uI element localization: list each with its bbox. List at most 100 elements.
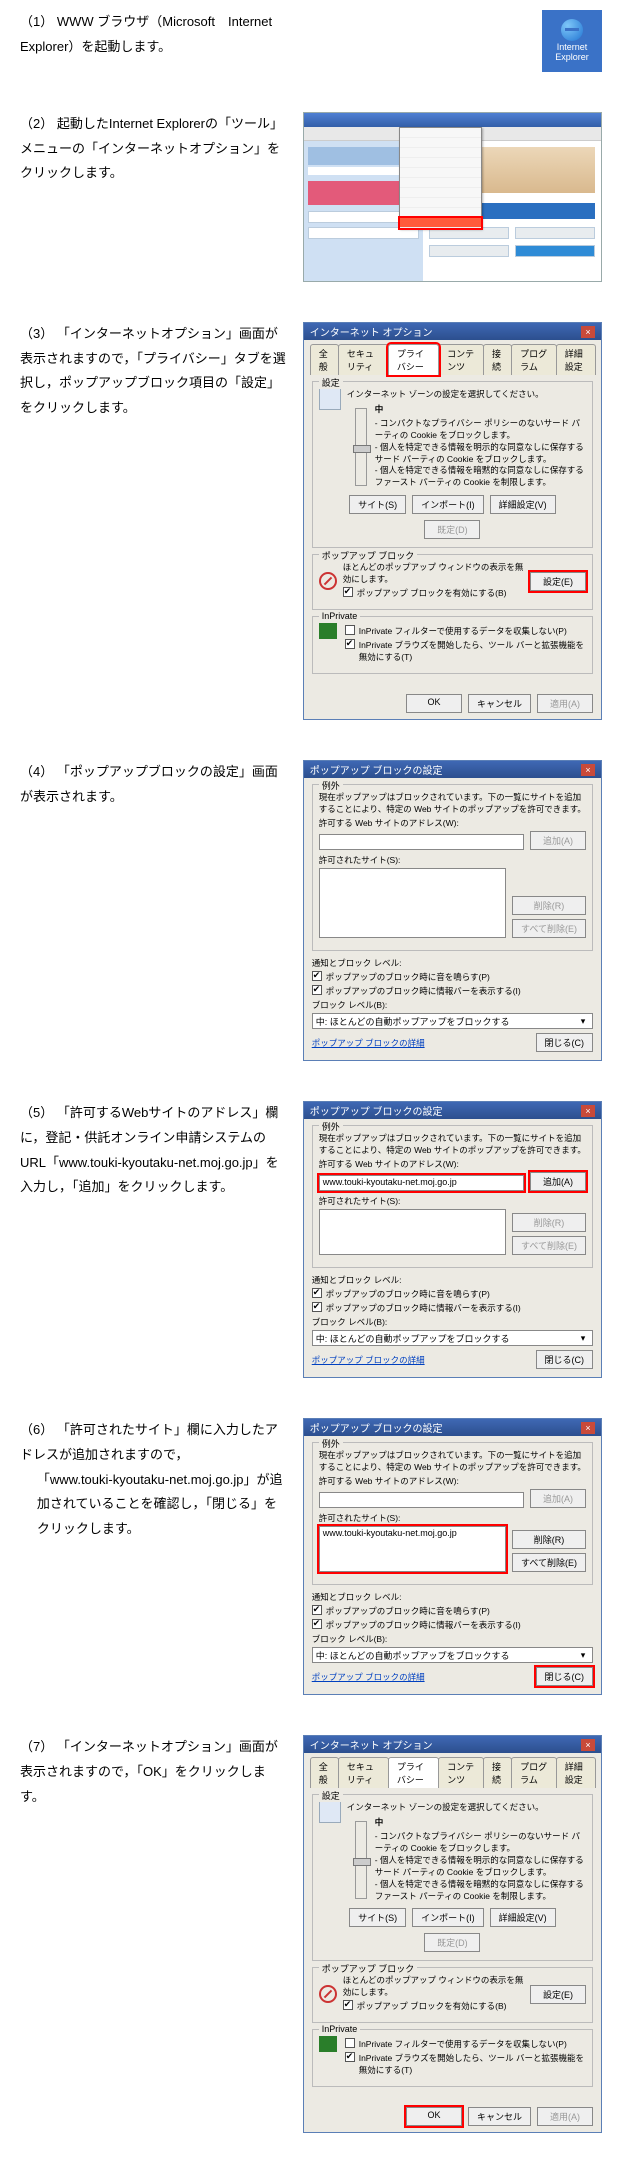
tab-content[interactable]: コンテンツ xyxy=(438,1757,484,1788)
privacy-slider[interactable] xyxy=(355,1821,367,1899)
cancel-button[interactable]: キャンセル xyxy=(468,2107,531,2126)
tab-privacy[interactable]: プライバシー xyxy=(388,344,439,375)
add-button: 追加(A) xyxy=(530,1489,586,1508)
inprivate-filter-checkbox[interactable] xyxy=(345,2038,355,2048)
ok-button[interactable]: OK xyxy=(406,694,462,713)
tab-advanced[interactable]: 詳細設定 xyxy=(556,344,596,375)
inprivate-toolbar-checkbox[interactable] xyxy=(345,639,355,649)
block-level-combo[interactable]: 中: ほとんどの自動ポップアップをブロックする▾ xyxy=(312,1330,593,1346)
close-icon[interactable]: × xyxy=(581,1422,595,1434)
infobar-checkbox[interactable] xyxy=(312,1619,322,1629)
sites-button[interactable]: サイト(S) xyxy=(349,1908,406,1927)
tab-programs[interactable]: プログラム xyxy=(511,344,557,375)
popup-block-checkbox[interactable] xyxy=(343,587,353,597)
popup-message: ほとんどのポップアップ ウィンドウの表示を無効にします。 xyxy=(343,561,524,585)
step-6-text: （6） 「許可されたサイト」欄に入力したアドレスが追加されますので， 「www.… xyxy=(20,1418,288,1541)
remove-all-button[interactable]: すべて削除(E) xyxy=(512,1553,586,1572)
default-button: 既定(D) xyxy=(424,1933,480,1952)
default-button: 既定(D) xyxy=(424,520,480,539)
tab-general[interactable]: 全般 xyxy=(310,344,339,375)
address-input[interactable] xyxy=(319,834,524,850)
advanced-button[interactable]: 詳細設定(V) xyxy=(490,1908,556,1927)
tab-advanced[interactable]: 詳細設定 xyxy=(556,1757,596,1788)
infobar-checkbox[interactable] xyxy=(312,985,322,995)
inprivate-group: InPrivate InPrivate フィルターで使用するデータを収集しない(… xyxy=(312,616,593,674)
browser-window xyxy=(303,112,602,282)
inprivate-filter-checkbox[interactable] xyxy=(345,625,355,635)
infobar-checkbox[interactable] xyxy=(312,1302,322,1312)
chevron-down-icon: ▾ xyxy=(577,1650,589,1661)
tab-connections[interactable]: 接続 xyxy=(483,1757,512,1788)
remove-button: 削除(R) xyxy=(512,896,586,915)
browser-titlebar xyxy=(304,113,601,127)
tab-privacy[interactable]: プライバシー xyxy=(388,1757,439,1788)
close-icon[interactable]: × xyxy=(581,1105,595,1117)
tools-menu-dropdown[interactable] xyxy=(399,127,482,229)
remove-button[interactable]: 削除(R) xyxy=(512,1530,586,1549)
advanced-button[interactable]: 詳細設定(V) xyxy=(490,495,556,514)
popup-block-checkbox[interactable] xyxy=(343,2000,353,2010)
zone-message: インターネット ゾーンの設定を選択してください。 xyxy=(347,388,586,400)
internet-options-menu-item[interactable] xyxy=(400,218,481,228)
ok-button[interactable]: OK xyxy=(406,2107,462,2126)
dialog-titlebar: インターネット オプション × xyxy=(304,323,601,340)
chevron-down-icon: ▾ xyxy=(577,1016,589,1027)
tab-programs[interactable]: プログラム xyxy=(511,1757,557,1788)
close-button[interactable]: 閉じる(C) xyxy=(536,1350,594,1369)
exceptions-message: 現在ポップアップはブロックされています。下の一覧にサイトを追加することにより、特… xyxy=(319,791,586,815)
add-button: 追加(A) xyxy=(530,831,586,850)
import-button[interactable]: インポート(I) xyxy=(412,495,484,514)
popup-details-link[interactable]: ポップアップ ブロックの詳細 xyxy=(312,1037,425,1049)
sound-checkbox[interactable] xyxy=(312,1605,322,1615)
cancel-button[interactable]: キャンセル xyxy=(468,694,531,713)
tab-general[interactable]: 全般 xyxy=(310,1757,339,1788)
sites-button[interactable]: サイト(S) xyxy=(349,495,406,514)
allowed-label: 許可されたサイト(S): xyxy=(319,854,586,866)
no-popup-icon xyxy=(319,572,337,590)
allowed-sites-list[interactable] xyxy=(319,1209,506,1255)
inprivate-toolbar-checkbox[interactable] xyxy=(345,2052,355,2062)
settings-group: 設定 インターネット ゾーンの設定を選択してください。 中 - コンパクトなプラ… xyxy=(312,381,593,548)
inprivate-icon xyxy=(319,2036,337,2052)
close-button[interactable]: 閉じる(C) xyxy=(536,1033,594,1052)
step-1-text: （1） WWW ブラウザ（Microsoft Internet Explorer… xyxy=(20,10,288,59)
popup-details-link[interactable]: ポップアップ ブロックの詳細 xyxy=(312,1354,425,1366)
block-level-combo[interactable]: 中: ほとんどの自動ポップアップをブロックする▾ xyxy=(312,1647,593,1663)
tab-security[interactable]: セキュリティ xyxy=(338,344,389,375)
popup-block-settings-dialog: ポップアップ ブロックの設定× 例外 現在ポップアップはブロックされています。下… xyxy=(303,1418,602,1695)
block-level-combo[interactable]: 中: ほとんどの自動ポップアップをブロックする▾ xyxy=(312,1013,593,1029)
step-5-text: （5） 「許可するWebサイトのアドレス」欄に，登記・供託オンライン申請システム… xyxy=(20,1101,288,1200)
address-label: 許可する Web サイトのアドレス(W): xyxy=(319,817,586,829)
allowed-sites-list[interactable]: www.touki-kyoutaku-net.moj.go.jp xyxy=(319,1526,506,1572)
popup-details-link[interactable]: ポップアップ ブロックの詳細 xyxy=(312,1671,425,1683)
privacy-slider[interactable] xyxy=(355,408,367,486)
import-button[interactable]: インポート(I) xyxy=(412,1908,484,1927)
popup-settings-button[interactable]: 設定(E) xyxy=(530,1985,586,2004)
chevron-down-icon: ▾ xyxy=(577,1333,589,1344)
popup-settings-button[interactable]: 設定(E) xyxy=(530,572,586,591)
close-button[interactable]: 閉じる(C) xyxy=(536,1667,594,1686)
address-input[interactable] xyxy=(319,1492,524,1508)
sound-checkbox[interactable] xyxy=(312,971,322,981)
sound-checkbox[interactable] xyxy=(312,1288,322,1298)
inprivate-icon xyxy=(319,623,337,639)
apply-button: 適用(A) xyxy=(537,694,593,713)
allowed-sites-list[interactable] xyxy=(319,868,506,938)
tab-security[interactable]: セキュリティ xyxy=(338,1757,389,1788)
globe-icon xyxy=(319,1801,341,1823)
close-icon[interactable]: × xyxy=(581,1739,595,1751)
internet-options-dialog: インターネット オプション × 全般 セキュリティ プライバシー コンテンツ 接… xyxy=(303,322,602,720)
ie-logo-icon xyxy=(561,19,583,41)
tab-connections[interactable]: 接続 xyxy=(483,344,512,375)
add-button[interactable]: 追加(A) xyxy=(530,1172,586,1191)
popup-block-settings-dialog: ポップアップ ブロックの設定× 例外 現在ポップアップはブロックされています。下… xyxy=(303,760,602,1061)
close-icon[interactable]: × xyxy=(581,326,595,338)
address-input[interactable]: www.touki-kyoutaku-net.moj.go.jp xyxy=(319,1175,524,1191)
privacy-level-label: 中 xyxy=(375,404,586,416)
tab-content[interactable]: コンテンツ xyxy=(438,344,484,375)
close-icon[interactable]: × xyxy=(581,764,595,776)
internet-options-dialog: インターネット オプション× 全般 セキュリティ プライバシー コンテンツ 接続… xyxy=(303,1735,602,2133)
exceptions-group: 例外 現在ポップアップはブロックされています。下の一覧にサイトを追加することによ… xyxy=(312,1125,593,1268)
exceptions-group: 例外 現在ポップアップはブロックされています。下の一覧にサイトを追加することによ… xyxy=(312,784,593,951)
popup-block-group: ポップアップ ブロック ほとんどのポップアップ ウィンドウの表示を無効にします。… xyxy=(312,554,593,610)
